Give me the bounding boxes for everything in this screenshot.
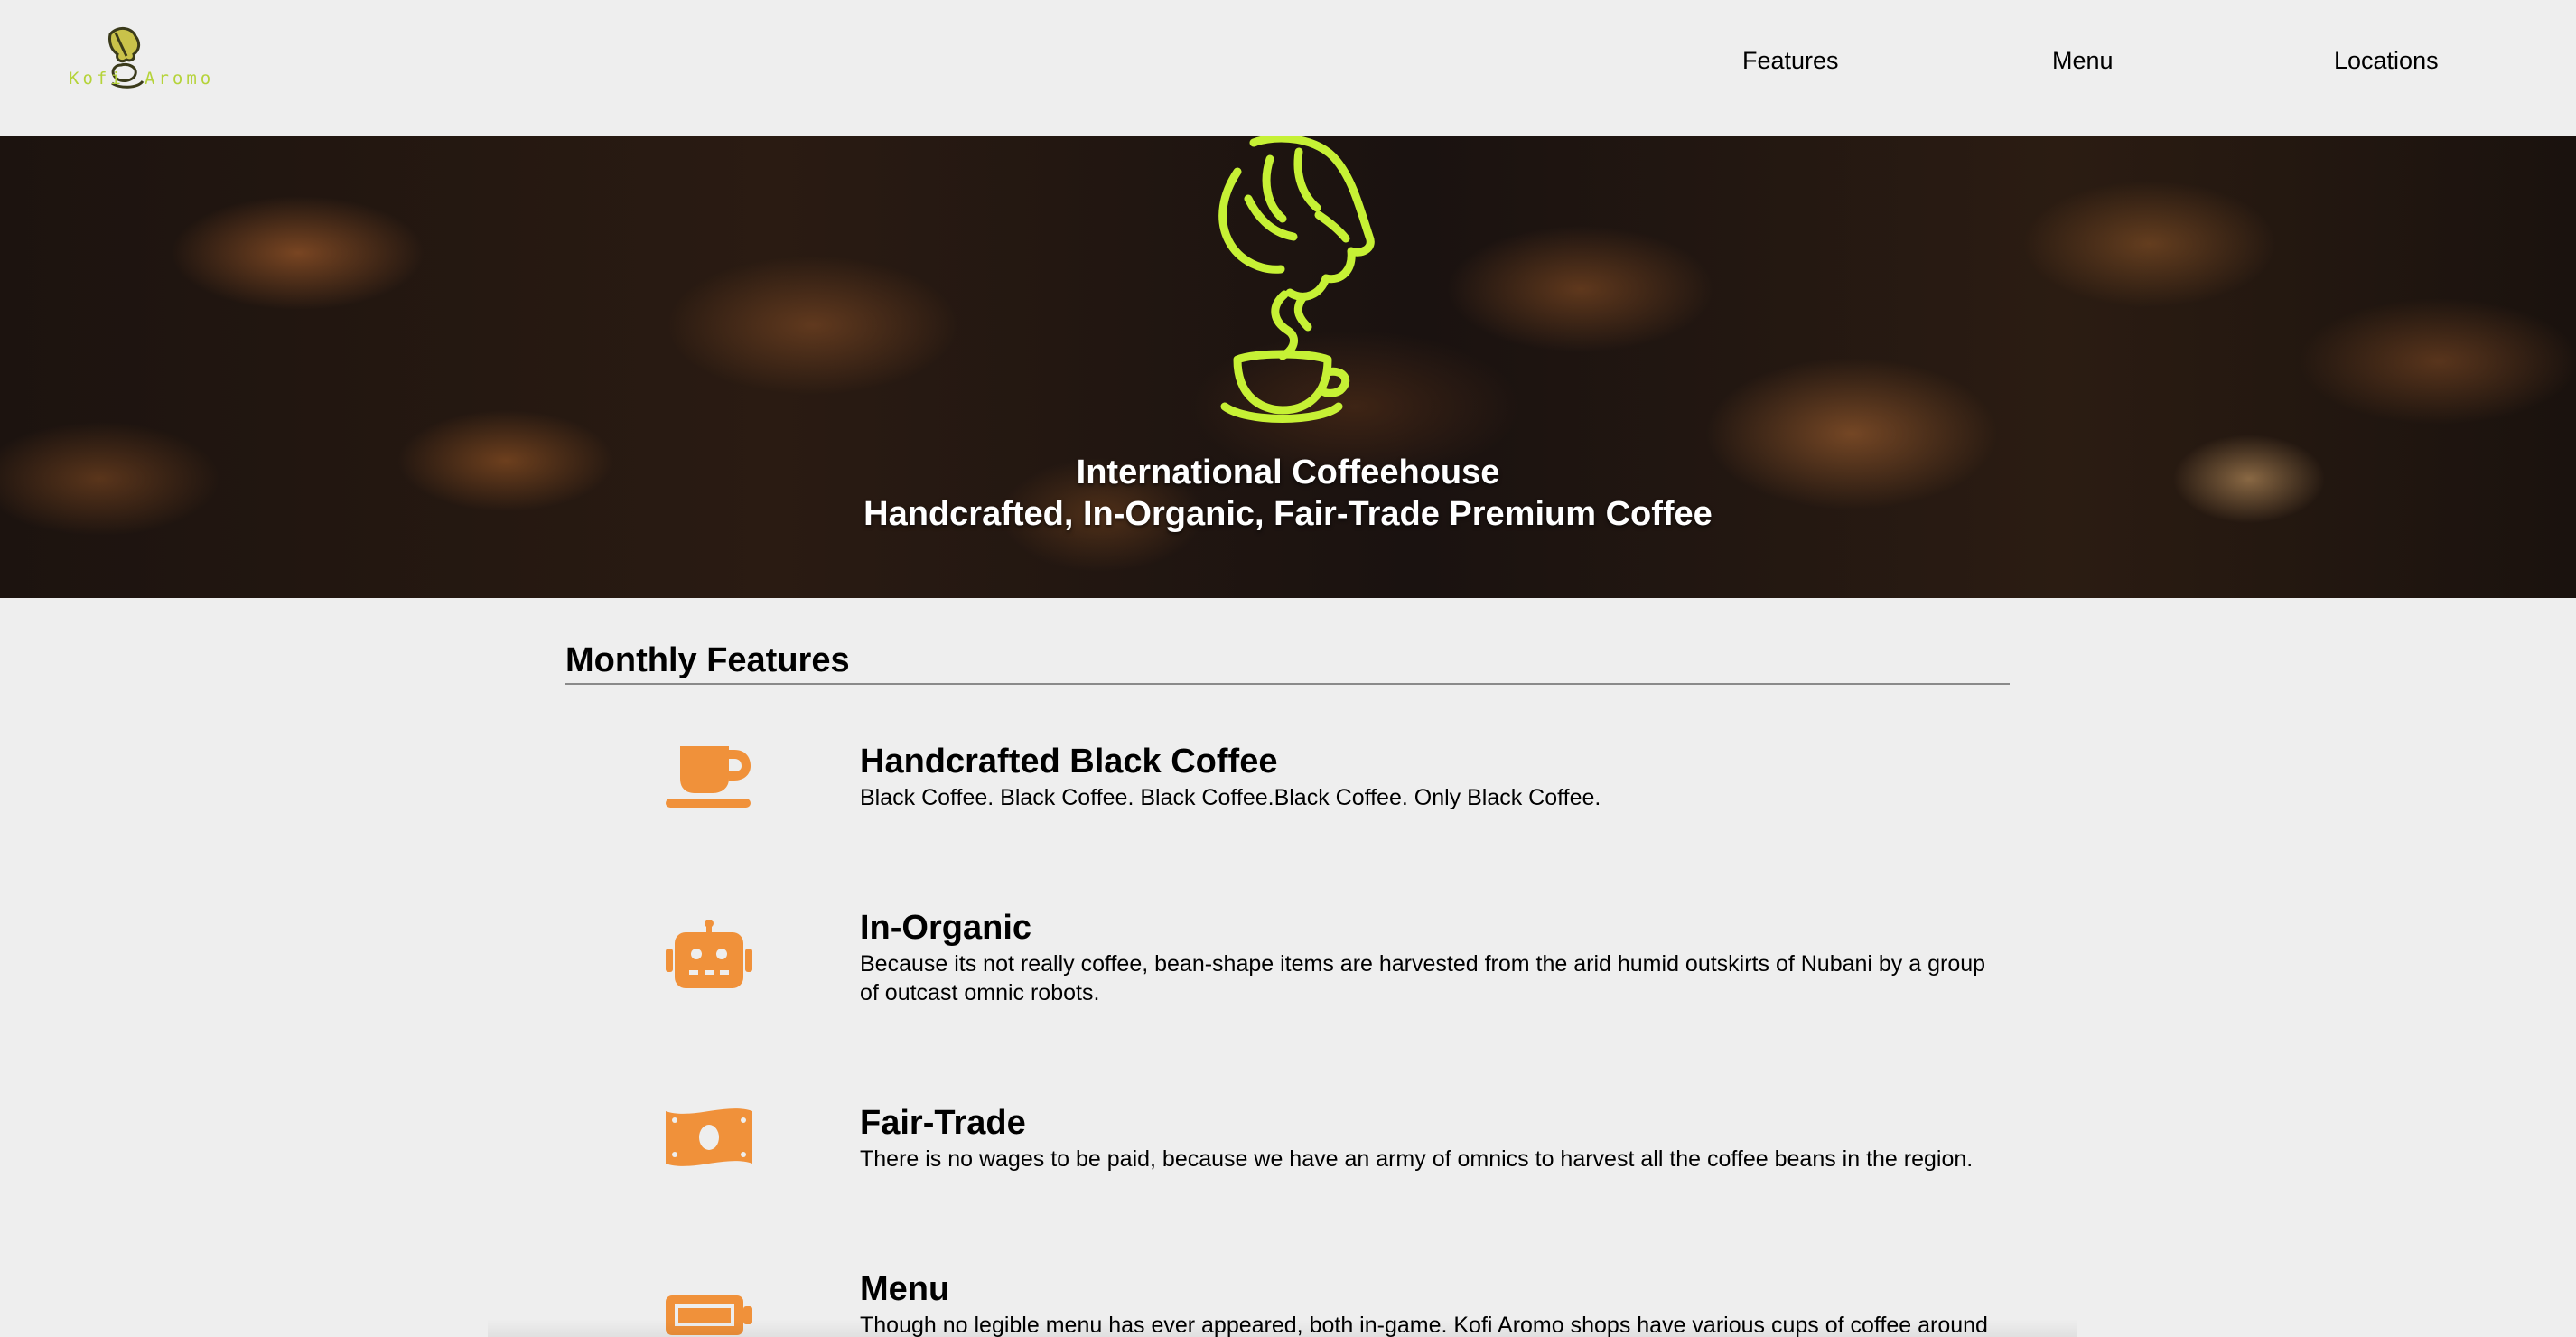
- hero-banner: International Coffeehouse Handcrafted, I…: [0, 136, 2576, 598]
- feature-title: Handcrafted Black Coffee: [860, 743, 1278, 781]
- feature-title: Menu: [860, 1270, 950, 1308]
- feature-title: In-Organic: [860, 909, 1032, 947]
- hero-title: International Coffeehouse: [1076, 453, 1500, 491]
- feature-description: There is no wages to be paid, because we…: [860, 1146, 1974, 1172]
- nav-link-menu[interactable]: Menu: [2052, 47, 2114, 75]
- brand-logo[interactable]: Kofi Aromo: [63, 23, 210, 99]
- feature-description: Black Coffee. Black Coffee. Black Coffee…: [860, 785, 1601, 810]
- nav-link-locations[interactable]: Locations: [2334, 47, 2439, 75]
- money-icon: [664, 1104, 754, 1176]
- feature-title: Fair-Trade: [860, 1104, 1026, 1142]
- hero-subtitle: Handcrafted, In-Organic, Fair-Trade Prem…: [863, 495, 1713, 533]
- nav-link-features[interactable]: Features: [1742, 47, 1839, 75]
- coffee-cup-icon: [664, 743, 754, 815]
- section-heading-monthly-features: Monthly Features: [565, 641, 850, 679]
- feature-description: Because its not really coffee, bean-shap…: [860, 951, 1986, 1005]
- site-header: Kofi Aromo Features Menu Locations: [0, 0, 2576, 136]
- logo-text-aromo: Aromo: [145, 69, 215, 89]
- robot-icon: [664, 919, 754, 992]
- lion-coffee-logo-icon: [1218, 136, 1375, 423]
- page-fold-shadow: [488, 1319, 2077, 1337]
- section-divider: [565, 683, 2010, 685]
- logo-text-kofi: Kofi: [69, 69, 125, 89]
